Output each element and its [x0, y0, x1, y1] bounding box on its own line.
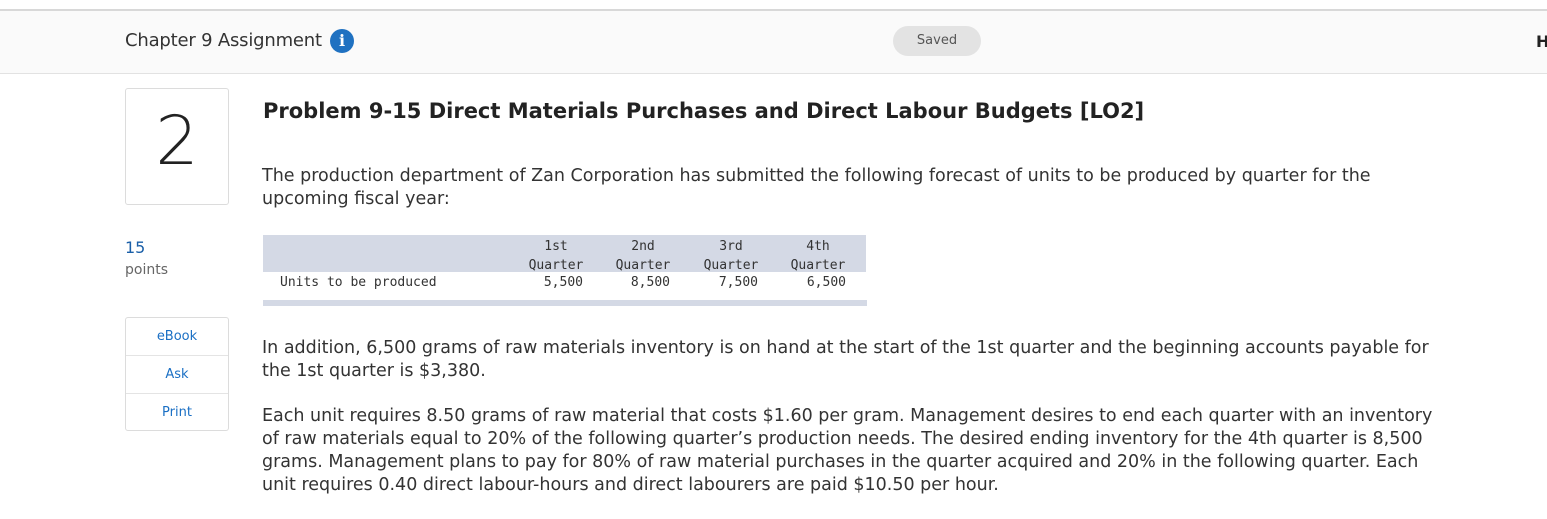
column-header-q1: 1st Quarter [516, 237, 596, 275]
table-cell-q2: 8,500 [630, 275, 670, 290]
points-value: 15 [125, 238, 146, 257]
problem-intro: The production department of Zan Corpora… [262, 166, 1371, 209]
question-number-box: 2 [125, 88, 229, 205]
problem-paragraph-inventory: In addition, 6,500 grams of raw material… [262, 338, 1429, 381]
question-number: 2 [155, 102, 199, 181]
header-right-text: H [1536, 32, 1547, 51]
column-header-q2: 2nd Quarter [603, 237, 683, 275]
column-header-q3-line1: 3rd [719, 239, 743, 254]
table-cell-q1: 5,500 [543, 275, 583, 290]
assignment-title: Chapter 9 Assignment [125, 30, 322, 51]
ebook-button[interactable]: eBook [126, 318, 228, 356]
column-header-q4: 4th Quarter [778, 237, 858, 275]
column-header-q3: 3rd Quarter [691, 237, 771, 275]
print-button[interactable]: Print [126, 394, 228, 431]
assignment-header: Chapter 9 Assignment i Saved H [0, 11, 1547, 74]
table-row-label: Units to be produced [280, 275, 437, 290]
points-label: points [125, 262, 168, 278]
ask-button[interactable]: Ask [126, 356, 228, 394]
column-header-q1-line1: 1st [544, 239, 568, 254]
info-icon[interactable]: i [330, 29, 354, 53]
column-header-q2-line1: 2nd [631, 239, 655, 254]
problem-title: Problem 9-15 Direct Materials Purchases … [263, 99, 1145, 123]
problem-paragraph-requirements: Each unit requires 8.50 grams of raw mat… [262, 406, 1433, 495]
question-tools: eBook Ask Print [125, 317, 229, 431]
table-cell-q4: 6,500 [806, 275, 846, 290]
production-forecast-table: 1st Quarter 2nd Quarter 3rd Quarter 4th … [263, 235, 867, 307]
table-footer-bar [263, 300, 867, 306]
table-cell-q3: 7,500 [718, 275, 758, 290]
column-header-q4-line1: 4th [806, 239, 830, 254]
saved-status-badge: Saved [893, 26, 981, 56]
